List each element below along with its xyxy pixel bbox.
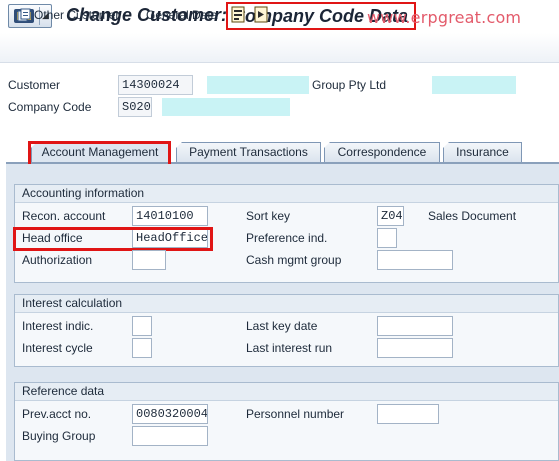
preference-ind-field[interactable] — [377, 228, 397, 248]
buying-group-label: Buying Group — [22, 429, 96, 443]
sort-key-label: Sort key — [246, 209, 291, 223]
head-office-highlight-box — [13, 227, 213, 251]
general-data-button[interactable]: General Data — [146, 7, 217, 25]
sort-key-field[interactable]: Z04 — [377, 206, 404, 226]
customer-field: 14300024 — [118, 75, 193, 95]
preference-ind-label: Preference ind. — [246, 231, 328, 245]
customer-label: Customer — [8, 78, 61, 92]
buying-group-field[interactable] — [132, 426, 208, 446]
interest-indic-label: Interest indic. — [22, 319, 94, 333]
interest-cycle-field[interactable] — [132, 338, 152, 358]
group-title: Reference data — [15, 383, 558, 401]
interest-indic-field[interactable] — [132, 316, 152, 336]
prev-acct-no-field[interactable]: 0080320004 — [132, 404, 208, 424]
authorization-field[interactable] — [132, 250, 166, 270]
watermark-text: www.erpgreat.com — [367, 8, 522, 27]
tab-payment-transactions[interactable]: Payment Transactions — [176, 142, 321, 162]
cash-mgmt-group-label: Cash mgmt group — [246, 253, 342, 267]
next-page-icon[interactable] — [253, 6, 269, 23]
recon-account-field[interactable]: 14010100 — [132, 206, 208, 226]
previous-page-icon[interactable] — [230, 6, 246, 23]
application-toolbar — [0, 33, 559, 63]
last-key-date-label: Last key date — [246, 319, 318, 333]
company-code-label: Company Code — [8, 100, 92, 114]
last-interest-run-label: Last interest run — [246, 341, 333, 355]
redacted-customer-name — [207, 76, 309, 94]
redacted-city — [432, 76, 516, 94]
cash-mgmt-group-field[interactable] — [377, 250, 453, 270]
tab-insurance[interactable]: Insurance — [443, 142, 522, 162]
personnel-number-label: Personnel number — [246, 407, 345, 421]
personnel-number-field[interactable] — [377, 404, 439, 424]
company-code-field: S020 — [118, 97, 152, 117]
interest-cycle-label: Interest cycle — [22, 341, 93, 355]
other-customer-label: Other Customer — [34, 8, 120, 22]
sort-key-description: Sales Document — [428, 209, 517, 223]
redacted-company-name — [162, 98, 290, 116]
customer-name-suffix: Group Pty Ltd — [312, 78, 387, 92]
other-customer-button[interactable]: Other Customer — [17, 7, 119, 25]
other-customer-icon — [17, 8, 31, 22]
last-key-date-field[interactable] — [377, 316, 453, 336]
tab-correspondence[interactable]: Correspondence — [324, 142, 440, 162]
group-title: Interest calculation — [15, 295, 558, 313]
authorization-label: Authorization — [22, 253, 93, 267]
recon-account-label: Recon. account — [22, 209, 106, 223]
prev-acct-no-label: Prev.acct no. — [22, 407, 92, 421]
last-interest-run-field[interactable] — [377, 338, 453, 358]
group-title: Accounting information — [15, 185, 558, 203]
